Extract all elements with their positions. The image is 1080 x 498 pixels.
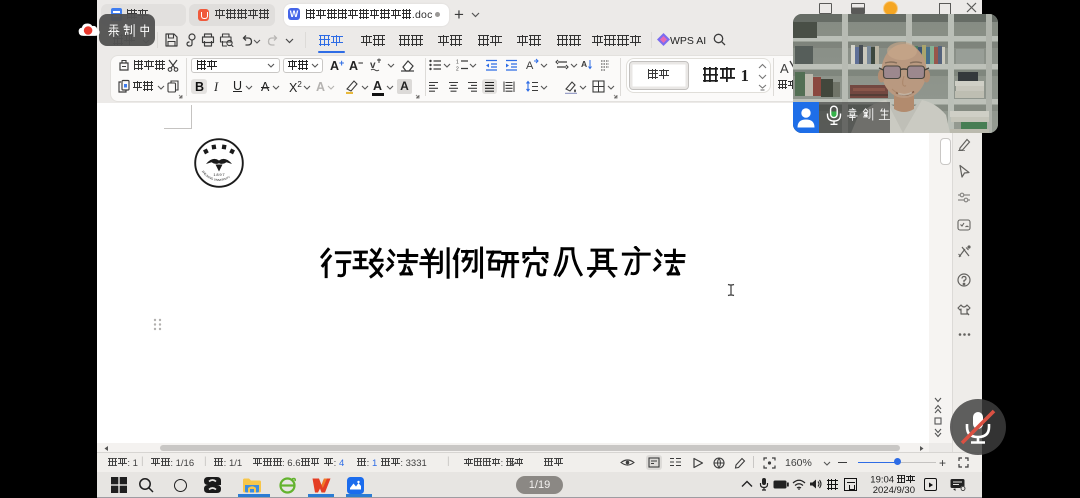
svg-text:1 8 9 7: 1 8 9 7 [213, 172, 225, 177]
svg-text:A: A [780, 61, 789, 75]
svg-text:A: A [526, 60, 534, 71]
svg-text:2: 2 [456, 67, 459, 72]
svg-text:1: 1 [456, 60, 459, 66]
svg-text:A: A [581, 59, 587, 69]
